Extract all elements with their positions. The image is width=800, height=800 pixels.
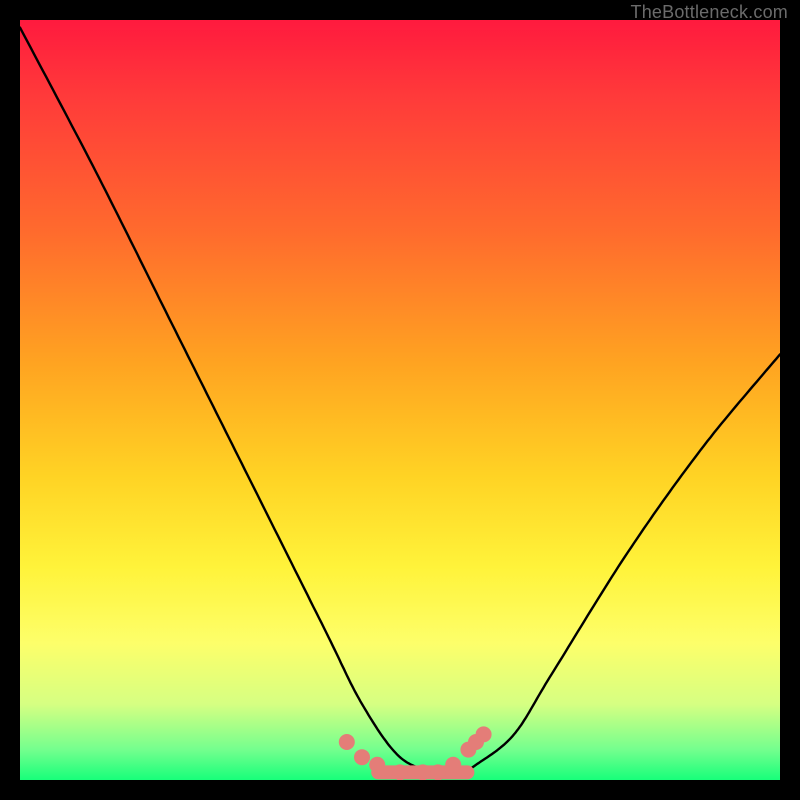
- trough-marker: [476, 726, 492, 742]
- curve-path: [20, 28, 780, 774]
- trough-marker: [445, 757, 461, 773]
- trough-marker: [415, 764, 431, 780]
- plot-area: [20, 20, 780, 780]
- chart-frame: TheBottleneck.com: [0, 0, 800, 800]
- trough-marker: [369, 757, 385, 773]
- marker-cluster: [339, 726, 492, 780]
- trough-marker: [339, 734, 355, 750]
- trough-marker: [392, 764, 408, 780]
- trough-marker: [354, 749, 370, 765]
- bottleneck-chart-svg: [20, 20, 780, 780]
- trough-marker: [430, 764, 446, 780]
- curve-series: [20, 28, 780, 774]
